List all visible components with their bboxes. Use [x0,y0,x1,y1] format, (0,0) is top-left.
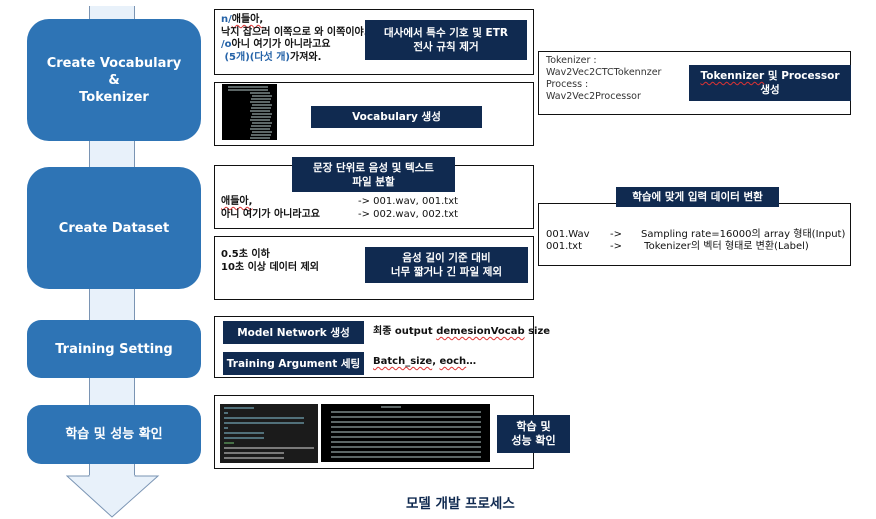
filter-text: 0.5초 이하 10초 이상 데이터 제외 [221,249,319,273]
convert-row-file: 001.txt [546,241,583,252]
screenshot-text-line [331,421,481,423]
screenshot-text-line [252,113,272,115]
results-table-image [321,404,490,462]
evaluation-label: 학습 및 성능 확인 [497,415,570,453]
screenshot-text-line [252,122,272,124]
screenshot-text-line [252,131,272,133]
screenshot-text-line [224,442,234,444]
screenshot-text-line [250,101,270,103]
model-network-note: 최종 output demesionVocab size [373,326,550,339]
tokenizer-rest: 및 Processor [764,70,840,82]
screenshot-text-line [250,92,270,94]
split-row: 아니 여기가 아니라고요 [221,209,320,220]
convert-row-file: 001.Wav [546,229,590,240]
screenshot-text-line [224,412,228,414]
note-text: … [466,356,477,367]
filter-label: 음성 길이 기준 대비 너무 짧거나 긴 파일 제외 [365,247,528,283]
screenshot-text-line [250,137,270,139]
screenshot-text-line [252,104,272,106]
etr-tag: (5개)(다섯 개) [221,51,291,63]
convert-row-arrow: -> [610,229,622,240]
split-row-target: -> 001.wav, 001.txt [358,196,459,207]
screenshot-text-line [224,427,228,429]
screenshot-text-line [331,451,481,453]
screenshot-text-line [331,456,481,458]
vocab-screenshot-image [222,84,277,140]
screenshot-text-line [250,110,270,112]
tokenizer-line2: 생성 [760,84,780,96]
split-sentence: 애들아, [221,196,253,207]
screenshot-text-line [251,125,271,127]
script-line-1: n/애들아, [221,14,263,27]
screenshot-text-line [331,436,481,438]
tokenizer-label: Tokennizer 및 Processor 생성 [689,65,851,101]
screenshot-text-line [224,457,284,459]
screenshot-text-line [224,447,314,449]
screenshot-text-line [251,107,271,109]
screenshot-text-line [224,422,304,424]
note-text: 최종 output [373,326,437,337]
note-text: eoch [439,356,467,367]
screenshot-text-line [224,437,264,439]
convert-row-desc: Sampling rate=16000의 array 형태(Input) [641,229,846,240]
tokenizer-info: Tokenizer : Wav2Vec2CTCTokennzer Process… [546,55,662,102]
etr-tag: n/ [221,14,232,25]
cleanup-label: 대사에서 특수 기호 및 ETR 전사 규칙 제거 [365,20,527,60]
note-text: Batch_size [373,356,433,367]
flow-arrow-head-icon [66,475,160,518]
vocab-label: Vocabulary 생성 [311,106,482,128]
screenshot-text-line [331,416,481,418]
screenshot-text-line [228,86,268,88]
stage-create-vocabulary: Create Vocabulary & Tokenizer [27,19,201,141]
script-line-4: (5개)(다섯 개)가져와. [221,52,321,65]
model-network-label: Model Network 생성 [223,321,364,344]
convert-row-arrow: -> [610,241,622,252]
stage-training-setting: Training Setting [27,320,201,378]
convert-row-desc: Tokenizer의 벡터 형태로 변환(Label) [641,241,809,252]
split-row-target: -> 002.wav, 002.txt [358,209,459,220]
note-text: size [524,326,551,337]
screenshot-text-line [224,407,254,409]
script-text: 낙지 잡으러 이쪽으로 와 이쪽이야. [221,26,368,38]
screenshot-text-line [331,441,481,443]
diagram-title: 모델 개발 프로세스 [406,496,515,512]
training-args-note: Batch_size, eoch… [373,356,476,369]
screenshot-text-line [250,128,270,130]
screenshot-text-line [381,406,401,408]
screenshot-text-line [331,431,481,433]
screenshot-text-line [331,426,481,428]
screenshot-text-line [331,411,481,413]
screenshot-text-line [251,134,271,136]
stage-create-dataset: Create Dataset [27,167,201,289]
tokenizer-word: Tokennizer [700,70,765,82]
screenshot-text-line [251,98,271,100]
script-line-2: 낙지 잡으러 이쪽으로 와 이쪽이야. [221,27,368,40]
screenshot-text-line [224,432,264,434]
note-text: demesionVocab [436,326,525,337]
stage-training-evaluation: 학습 및 성능 확인 [27,405,201,464]
script-text: 아니 여기가 아니라고요 [231,39,331,50]
screenshot-text-line [331,446,481,448]
screenshot-text-line [224,417,304,419]
screenshot-text-line [251,116,271,118]
split-label: 문장 단위로 음성 및 텍스트 파일 분할 [292,157,455,192]
training-args-label: Training Argument 세팅 [223,352,364,375]
screenshot-text-line [224,452,284,454]
script-text: 애들아, [231,14,264,25]
etr-tag: /o [221,39,232,50]
script-line-3: /o아니 여기가 아니라고요 [221,39,331,52]
code-screenshot-image [220,404,318,463]
screenshot-text-line [228,89,268,91]
split-row: 애들아, [221,196,252,209]
screenshot-text-line [252,95,272,97]
script-text: 가져와. [290,51,322,63]
screenshot-text-line [250,119,270,121]
convert-label: 학습에 맞게 입력 데이터 변환 [616,187,779,207]
